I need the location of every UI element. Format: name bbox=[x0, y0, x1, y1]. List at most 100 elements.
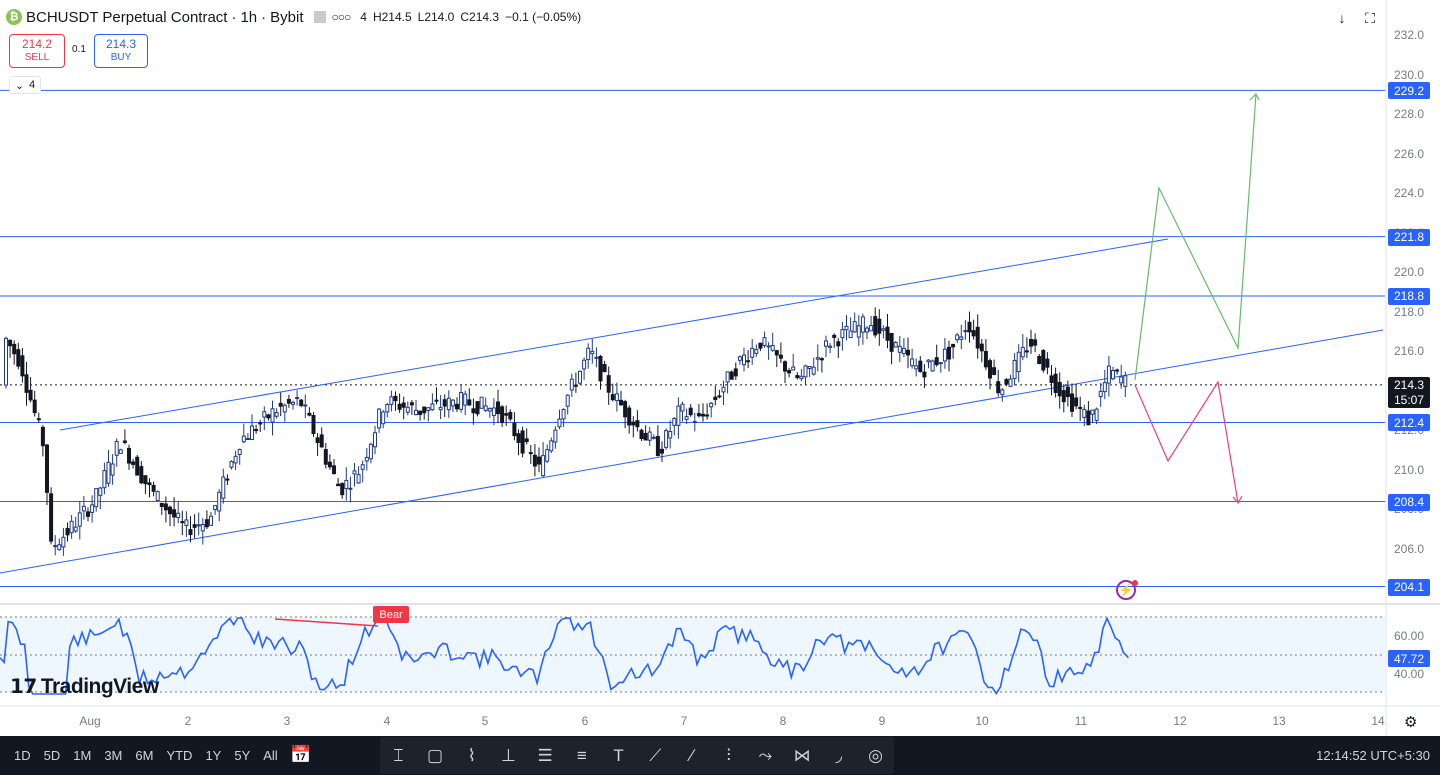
candle-body bbox=[856, 325, 861, 338]
candle-body bbox=[627, 407, 632, 426]
candle-body bbox=[520, 430, 525, 454]
range-button-5d[interactable]: 5D bbox=[44, 748, 61, 763]
long-position-icon[interactable]: ⊥ bbox=[495, 746, 521, 766]
cursor-icon[interactable]: ⌶ bbox=[385, 746, 411, 766]
pattern-icon[interactable]: ⋈ bbox=[789, 746, 815, 766]
candle-body bbox=[463, 393, 468, 406]
candle-body bbox=[1045, 358, 1050, 368]
candle-body bbox=[225, 478, 230, 481]
candle-body bbox=[405, 406, 410, 413]
candle-body bbox=[311, 414, 316, 435]
sell-button[interactable]: 214.2 SELL bbox=[9, 34, 65, 68]
interval-label[interactable]: 1h bbox=[240, 9, 257, 26]
candle-body bbox=[1094, 408, 1099, 421]
candle-body bbox=[1078, 406, 1083, 409]
candle-body bbox=[504, 413, 509, 416]
chart-canvas[interactable] bbox=[0, 0, 1440, 736]
text-icon[interactable]: T bbox=[606, 746, 632, 766]
ohlc-high: H214.5 bbox=[372, 10, 412, 24]
indicators-collapse-button[interactable]: ⌄ 4 bbox=[9, 76, 41, 94]
candle-body bbox=[688, 407, 693, 416]
range-button-6m[interactable]: 6M bbox=[135, 748, 153, 763]
range-button-1d[interactable]: 1D bbox=[14, 748, 31, 763]
level-price-tag: 208.4 bbox=[1388, 493, 1430, 511]
candle-body bbox=[1061, 390, 1066, 403]
candle-body bbox=[81, 505, 86, 512]
short-position-icon[interactable]: ☰ bbox=[532, 746, 558, 766]
candle-body bbox=[286, 398, 291, 404]
curve-icon[interactable]: ◞ bbox=[826, 746, 852, 766]
candle-body bbox=[389, 396, 394, 405]
candle-body bbox=[922, 371, 927, 378]
measure-icon[interactable]: ◎ bbox=[862, 746, 888, 766]
ohlc-values: 4 H214.5 L214.0 C214.3 −0.1 (−0.05%) bbox=[360, 10, 587, 24]
range-button-all[interactable]: All bbox=[263, 748, 277, 763]
symbol-name[interactable]: BCHUSDT Perpetual Contract bbox=[26, 9, 227, 26]
bear-divergence-label: Bear bbox=[373, 606, 409, 623]
fib-icon[interactable]: ⫶ bbox=[716, 746, 742, 766]
gear-icon[interactable]: ⚙ bbox=[1404, 713, 1417, 731]
candle-body bbox=[1041, 350, 1046, 371]
bullish-arrowhead bbox=[1249, 92, 1260, 101]
price-tick-label: 228.0 bbox=[1394, 107, 1425, 122]
utc-clock[interactable]: 12:14:52 UTC+5:30 bbox=[1316, 736, 1430, 775]
candle-body bbox=[278, 402, 283, 407]
candle-body bbox=[815, 357, 820, 360]
candle-body bbox=[680, 403, 685, 412]
buy-label: BUY bbox=[110, 52, 132, 63]
calendar-icon[interactable]: 📅 bbox=[290, 745, 311, 765]
level-price-tag: 229.2 bbox=[1388, 82, 1430, 100]
candle-body bbox=[237, 448, 242, 456]
candle-body bbox=[848, 330, 853, 339]
brush-icon[interactable]: ⟋ bbox=[642, 746, 668, 766]
candle-body bbox=[1070, 393, 1074, 412]
candle-body bbox=[459, 391, 464, 410]
symbol-header[interactable]: ₿ BCHUSDT Perpetual Contract · 1h · Bybi… bbox=[6, 6, 588, 28]
candle-body bbox=[971, 330, 976, 337]
notification-dot bbox=[1132, 580, 1138, 586]
price-tick-label: 210.0 bbox=[1394, 462, 1425, 477]
candle-body bbox=[1000, 389, 1005, 396]
parallel-channel-icon[interactable]: ≡ bbox=[569, 746, 595, 766]
projection-icon[interactable]: ⤳ bbox=[752, 746, 778, 766]
candle-body bbox=[594, 356, 599, 359]
candle-body bbox=[610, 394, 615, 401]
buy-button[interactable]: 214.3 BUY bbox=[94, 34, 148, 68]
path-icon[interactable]: ⌇ bbox=[459, 746, 485, 766]
candle-body bbox=[282, 404, 287, 413]
download-icon[interactable]: ↓ bbox=[1332, 8, 1352, 28]
candle-body bbox=[319, 434, 324, 448]
candle-body bbox=[651, 436, 656, 439]
candle-body bbox=[40, 426, 45, 447]
candle-body bbox=[1008, 378, 1013, 387]
tradingview-mark-icon: 𝟭𝟳 bbox=[10, 676, 37, 698]
trendline-icon[interactable]: ∕ bbox=[679, 746, 705, 766]
candle-body bbox=[69, 520, 74, 534]
candle-body bbox=[983, 350, 988, 368]
candle-body bbox=[614, 393, 619, 402]
level-price-tag: 218.8 bbox=[1388, 287, 1430, 305]
drawing-tools: ⌶ ▢ ⌇ ⊥ ☰ ≡ T ⟋ ∕ ⫶ ⤳ ⋈ ◞ ◎ bbox=[380, 737, 894, 774]
candle-body bbox=[869, 325, 874, 332]
candle-body bbox=[746, 360, 751, 363]
fullscreen-icon[interactable]: ⛶ bbox=[1360, 8, 1380, 28]
range-button-1y[interactable]: 1Y bbox=[205, 748, 221, 763]
time-tick-label: 4 bbox=[383, 714, 391, 728]
more-dots-icon[interactable]: ○○○ bbox=[332, 10, 352, 24]
rectangle-icon[interactable]: ▢ bbox=[422, 746, 448, 766]
candle-body bbox=[799, 375, 804, 380]
range-button-1m[interactable]: 1M bbox=[73, 748, 91, 763]
range-button-5y[interactable]: 5Y bbox=[234, 748, 250, 763]
candle-body bbox=[955, 334, 960, 341]
range-button-3m[interactable]: 3M bbox=[104, 748, 122, 763]
range-button-ytd[interactable]: YTD bbox=[166, 748, 192, 763]
candle-body bbox=[373, 432, 377, 448]
candle-body bbox=[467, 399, 472, 406]
buy-price: 214.3 bbox=[105, 37, 137, 51]
candle-body bbox=[906, 349, 910, 356]
candle-body bbox=[455, 403, 459, 410]
candle-body bbox=[332, 465, 336, 474]
tradingview-logo[interactable]: 𝟭𝟳 TradingView bbox=[10, 674, 159, 699]
candle-body bbox=[877, 318, 882, 334]
candle-body bbox=[122, 440, 127, 443]
